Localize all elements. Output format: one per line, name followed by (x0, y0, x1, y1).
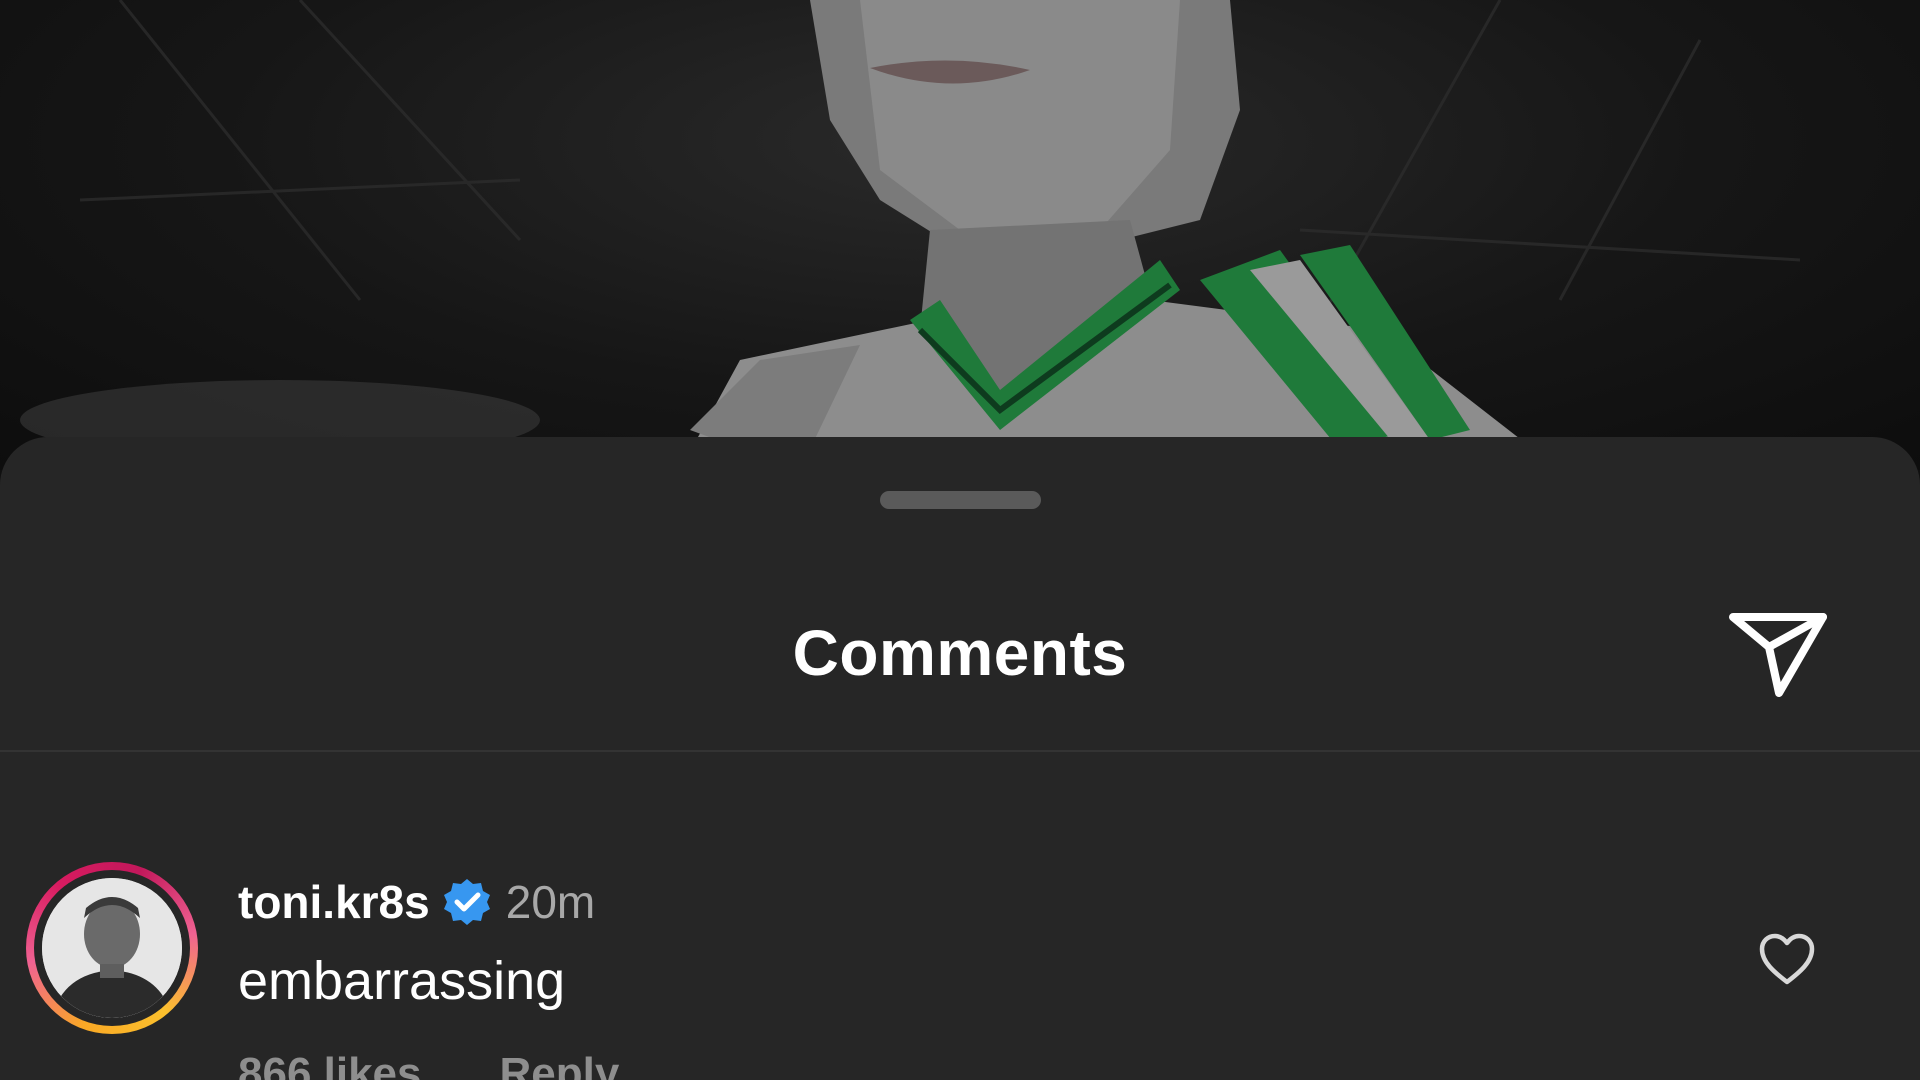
avatar-photo (42, 878, 182, 1018)
sheet-title: Comments (792, 617, 1128, 689)
comment-actions: 866 likes Reply (238, 1046, 619, 1080)
comment-item: toni.kr8s 20m embarrassing 866 likes Rep… (0, 752, 1920, 1080)
comment-username[interactable]: toni.kr8s (238, 872, 430, 932)
comment-body: toni.kr8s 20m embarrassing 866 likes Rep… (238, 870, 619, 1080)
instagram-comments-screen: Comments toni.kr8s 20m embarrassing 866 … (0, 0, 1920, 1080)
player-photo-illustration (20, 0, 1801, 470)
comment-meta: toni.kr8s 20m (238, 870, 619, 934)
avatar[interactable] (42, 878, 182, 1018)
reply-button[interactable]: Reply (500, 1046, 620, 1080)
post-photo (0, 0, 1920, 470)
paper-plane-icon[interactable] (1727, 605, 1831, 701)
comments-sheet: Comments toni.kr8s 20m embarrassing 866 … (0, 437, 1920, 1080)
verified-badge-icon (443, 879, 490, 925)
comment-timestamp: 20m (505, 876, 596, 928)
avatar-story-ring[interactable] (26, 862, 198, 1034)
comment-likes-count[interactable]: 866 likes (238, 1046, 422, 1080)
comment-text: embarrassing (238, 951, 566, 1011)
heart-outline-icon[interactable] (1758, 932, 1816, 986)
sheet-drag-handle[interactable] (880, 491, 1041, 509)
